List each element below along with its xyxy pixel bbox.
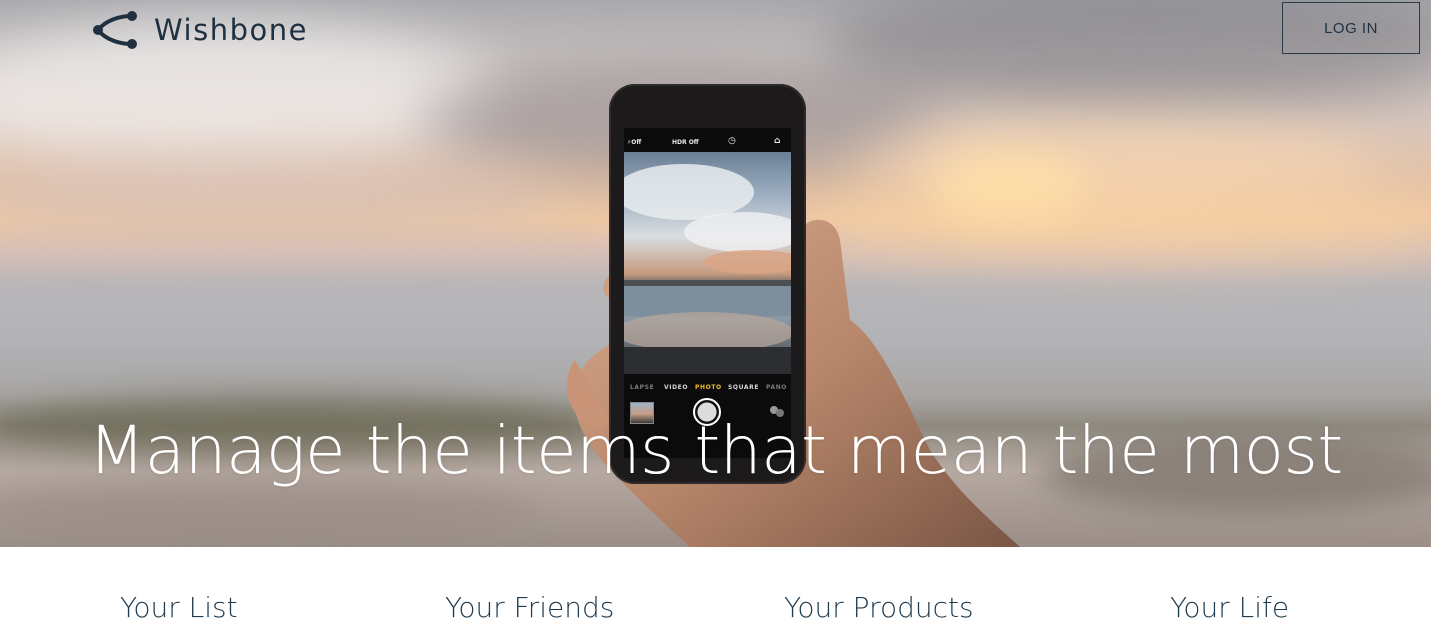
camera-mode: VIDEO <box>664 384 689 391</box>
login-button[interactable]: LOG IN <box>1282 2 1420 54</box>
hero-banner: ⚡Off HDR Off ◷ ⌂ LAPSE VIDEO PHOTO SQUAR… <box>0 0 1431 547</box>
feature-your-products: Your Products <box>784 591 974 624</box>
brand-name: Wishbone <box>154 13 308 47</box>
flash-status: ⚡Off <box>627 139 642 146</box>
features-row: Your List Your Friends Your Products You… <box>0 547 1431 624</box>
camera-mode: SQUARE <box>728 384 760 391</box>
camera-mode: PANO <box>766 384 788 391</box>
feature-your-list: Your List <box>120 591 238 624</box>
camera-mode: LAPSE <box>630 384 655 391</box>
viewfinder-photo <box>624 164 791 374</box>
brand-logo[interactable]: Wishbone <box>92 10 308 50</box>
feature-your-life: Your Life <box>1170 591 1290 624</box>
timer-icon: ◷ <box>728 136 736 146</box>
feature-your-friends: Your Friends <box>445 591 615 624</box>
hdr-status: HDR Off <box>672 139 699 146</box>
hero-headline: Manage the items that mean the most <box>88 412 1343 489</box>
camera-top-bar: ⚡Off HDR Off ◷ ⌂ <box>624 128 791 152</box>
wishbone-logo-icon <box>93 11 137 49</box>
camera-switch-icon: ⌂ <box>774 136 781 146</box>
camera-mode-active: PHOTO <box>695 384 722 391</box>
camera-viewfinder <box>624 152 791 374</box>
phone-screen: ⚡Off HDR Off ◷ ⌂ LAPSE VIDEO PHOTO SQUAR… <box>624 128 791 458</box>
camera-mode-bar: LAPSE VIDEO PHOTO SQUARE PANO <box>624 382 791 394</box>
